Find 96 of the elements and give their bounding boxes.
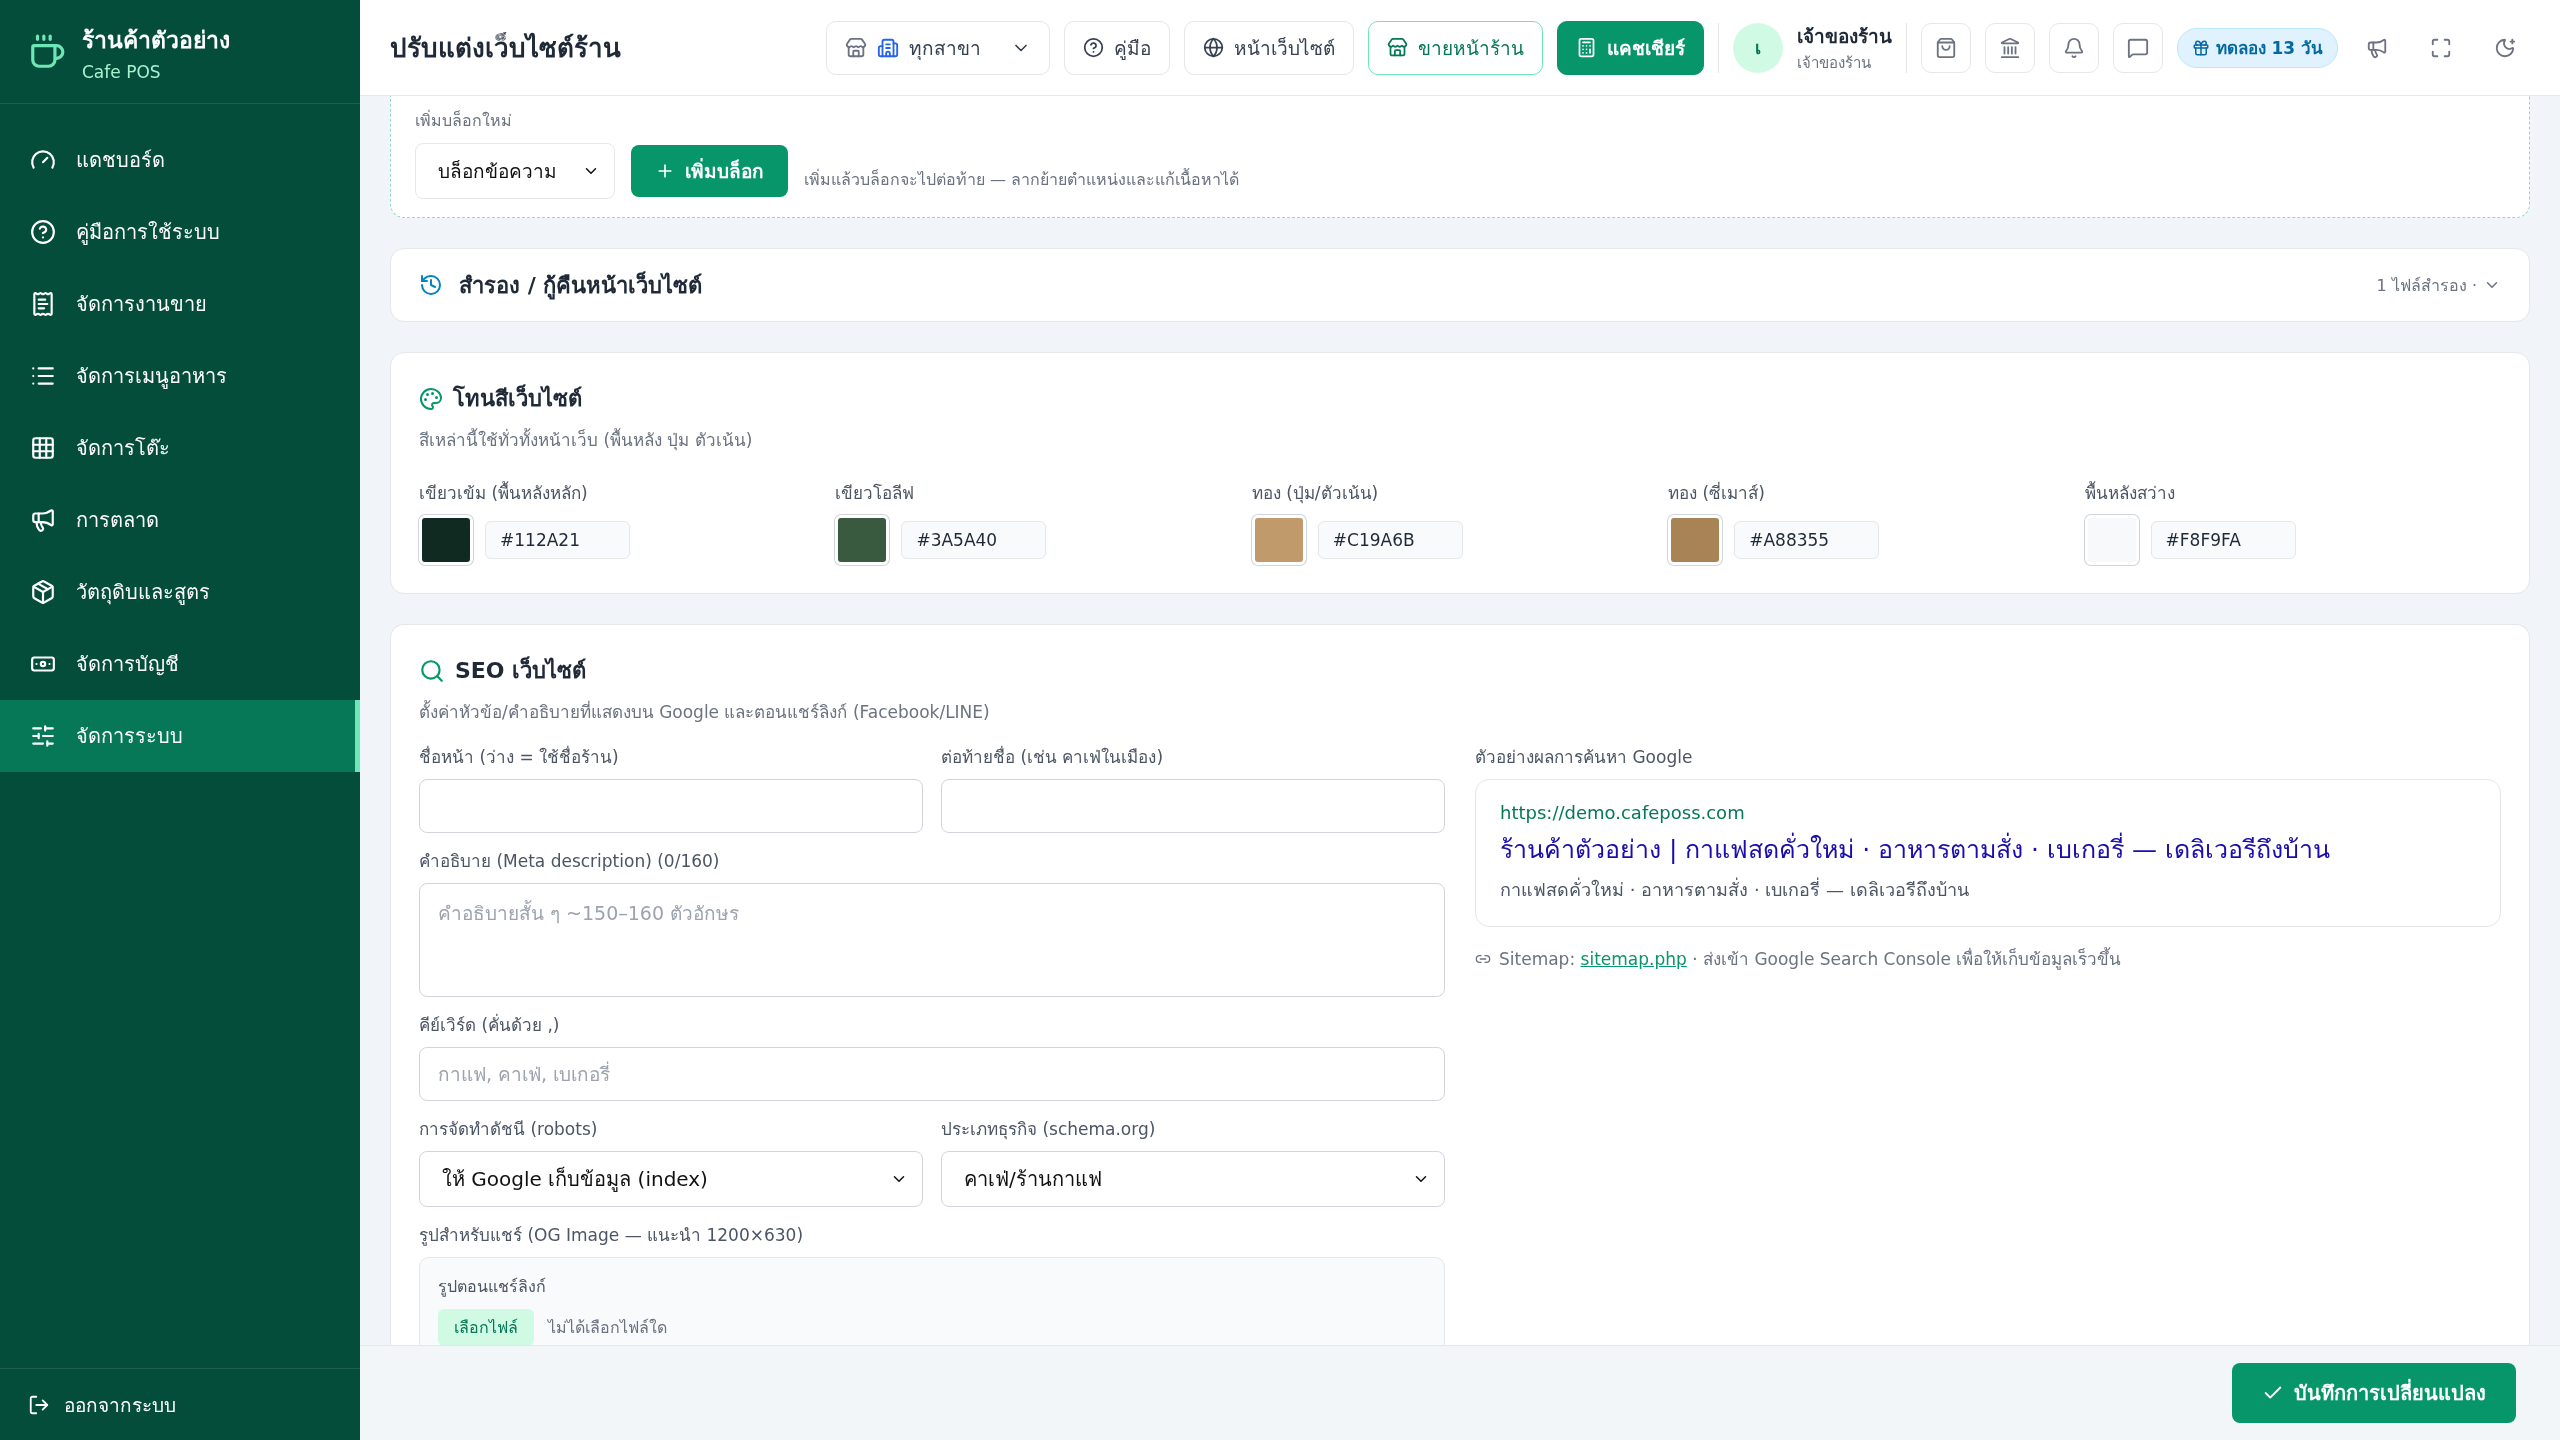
shopping-bag-icon [1934, 36, 1957, 59]
help-icon [30, 219, 56, 245]
hex-field[interactable]: #112A21 [485, 521, 630, 559]
field-label: การจัดทำดัชนี (robots) [419, 1118, 599, 1141]
sidebar-item[interactable]: จัดการงานขาย [0, 268, 360, 340]
sidebar-item[interactable]: จัดการบัญชี [0, 628, 360, 700]
bank-icon [1998, 36, 2021, 59]
section-title: SEO เว็บไซต์ [455, 655, 587, 685]
palette-icon [419, 386, 443, 411]
chat-button[interactable] [2112, 22, 2163, 73]
backup-count: 1 ไฟล์สำรอง · [2376, 274, 2477, 297]
brand-subtitle: Cafe POS [82, 61, 162, 82]
backup-card[interactable]: สำรอง / กู้คืนหน้าเว็บไซต์ 1 ไฟล์สำรอง · [390, 248, 2530, 322]
color-swatch[interactable] [419, 515, 473, 565]
hex-field[interactable]: #F8F9FA [2150, 521, 2296, 559]
sidebar-item[interactable]: จัดการระบบ [0, 700, 360, 772]
field-label: ตัวอย่างผลการค้นหา Google [1475, 746, 1694, 769]
hex-field[interactable]: #C19A6B [1317, 521, 1463, 559]
preview-url: https://demo.cafeposs.com [1500, 802, 1746, 823]
section-subtitle: ตั้งค่าหัวข้อ/คำอธิบายที่แสดงบน Google และตอนแชร์ลิงก์ (Facebook/LINE) [419, 699, 991, 724]
color-swatch[interactable] [835, 515, 890, 565]
sidebar-item[interactable]: แดชบอร์ด [0, 124, 360, 196]
field-label: คีย์เวิร์ด (คั่นด้วย ,) [419, 1012, 561, 1037]
color-swatch[interactable] [1251, 515, 1306, 565]
field-label: ประเภทธุรกิจ (schema.org) [941, 1118, 1157, 1142]
input-field[interactable] [941, 779, 1445, 833]
megaphone-icon [2366, 36, 2388, 59]
megaphone-icon [30, 507, 56, 533]
toolbar-button[interactable]: ขายหน้าร้าน [1367, 20, 1543, 75]
color-label: เขียวเข้ม (พื้นหลังหลัก) [419, 480, 589, 505]
sidebar-item[interactable]: จัดการโต๊ะ [0, 412, 360, 484]
sidebar-item[interactable]: คู่มือการใช้ระบบ [0, 196, 360, 268]
toolbar-button[interactable]: หน้าเว็บไซต์ [1183, 20, 1354, 75]
file-status: ไม่ได้เลือกไฟล์ใด [548, 1317, 667, 1339]
building-icon [876, 36, 899, 59]
brand-name: ร้านค้าตัวอย่าง [82, 25, 230, 55]
receipt-icon [30, 291, 56, 317]
trial-badge[interactable]: ทดลอง 13 วัน [2176, 27, 2338, 68]
save-button[interactable]: บันทึกการเปลี่ยนแปลง [2232, 1363, 2516, 1423]
section-subtitle: สีเหล่านี้ใช้ทั่วทั้งหน้าเว็บ (พื้นหลัง ปุ่ม ตัวเน้น) [419, 427, 754, 453]
color-swatch[interactable] [2084, 515, 2139, 565]
choose-file-button[interactable]: เลือกไฟล์ [438, 1309, 534, 1345]
logout-icon [28, 1393, 50, 1416]
field-label: เพิ่มบล็อกใหม่ [415, 109, 513, 132]
page-title: ปรับแต่งเว็บไซต์ร้าน [390, 31, 622, 65]
toolbar-button[interactable]: แคชเชียร์ [1556, 20, 1704, 75]
add-block-button[interactable]: เพิ่มบล็อก [631, 145, 788, 197]
store-icon [1386, 37, 1408, 58]
input-field[interactable] [419, 779, 923, 833]
box-icon [30, 579, 56, 605]
field-label: ชื่อหน้า (ว่าง = ใช้ชื่อร้าน) [419, 744, 620, 769]
color-label: ทอง (ปุ่ม/ตัวเน้น) [1251, 482, 1380, 506]
business-type-select[interactable]: คาเฟ่/ร้านกาแฟ [941, 1151, 1445, 1207]
block-type-select[interactable]: บล็อกข้อความ [415, 143, 615, 199]
sitemap-link[interactable]: sitemap.php [1580, 949, 1687, 969]
color-label: พื้นหลังสว่าง [2084, 480, 2176, 505]
user-name: เจ้าของร้าน [1796, 23, 1892, 49]
store-icon [844, 36, 867, 59]
help-icon [1082, 37, 1104, 58]
section-title: โทนสีเว็บไซต์ [453, 383, 582, 413]
bell-icon [2062, 36, 2085, 59]
chat-icon [2126, 36, 2149, 59]
user-avatar[interactable]: เ [1732, 22, 1783, 73]
toolbar-button[interactable]: คู่มือ [1063, 20, 1170, 75]
search-icon [419, 657, 445, 684]
user-role: เจ้าของร้าน [1796, 52, 1872, 74]
hex-field[interactable]: #3A5A40 [901, 521, 1047, 559]
field-label: รูปสำหรับแชร์ (OG Image — แนะนำ 1200×630) [419, 1224, 805, 1248]
section-title: สำรอง / กู้คืนหน้าเว็บไซต์ [459, 270, 703, 302]
sitemap-note: Sitemap: sitemap.php · ส่งเข้า Google Search Console เพื่อให้เก็บข้อมูลเร็วขึ้น [1475, 945, 2501, 972]
fullscreen-icon [2430, 36, 2452, 59]
moon-icon [2494, 36, 2516, 59]
hint-text: เพิ่มแล้วบล็อกจะไปต่อท้าย — ลากย้ายตำแหน่งและแก้เนื้อหาได้ [804, 167, 1240, 191]
og-box-label: รูปตอนแชร์ลิงก์ [438, 1276, 547, 1299]
clock-icon [419, 273, 443, 297]
hex-field[interactable]: #A88355 [1734, 521, 1880, 559]
grid-icon [30, 435, 56, 461]
sidebar-item[interactable]: วัตถุดิบและสูตร [0, 556, 360, 628]
robots-select[interactable]: ให้ Google เก็บข้อมูล (index) [419, 1151, 923, 1207]
branch-select[interactable]: ทุกสาขา [825, 20, 1050, 75]
field-label: คำอธิบาย (Meta description) (0/160) [419, 850, 721, 873]
sidebar-item[interactable]: จัดการเมนูอาหาร [0, 340, 360, 412]
color-swatch[interactable] [1668, 515, 1723, 565]
field-label: ต่อท้ายชื่อ (เช่น คาเฟ่ในเมือง) [941, 744, 1165, 769]
notification-button[interactable] [2048, 22, 2099, 73]
gift-icon [2191, 38, 2210, 57]
sidebar-item[interactable]: การตลาด [0, 484, 360, 556]
preview-description: กาแฟสดคั่วใหม่ · อาหารตามสั่ง · เบเกอรี่ — เดลิเวอรีถึงบ้าน [1500, 876, 1970, 902]
globe-icon [1202, 37, 1224, 58]
coffee-cup-icon [28, 32, 66, 71]
color-label: ทอง (ซี่เมาส์) [1668, 480, 1766, 505]
sliders-icon [30, 723, 56, 749]
preview-title: ร้านค้าตัวอย่าง | กาแฟสดคั่วใหม่ · อาหารตามสั่ง · เบเกอรี่ — เดลิเวอรีถึงบ้าน [1500, 829, 2476, 869]
shopping-bag-button[interactable] [1920, 22, 1971, 73]
bank-button[interactable] [1984, 22, 2035, 73]
color-label: เขียวโอลีฟ [835, 482, 916, 505]
